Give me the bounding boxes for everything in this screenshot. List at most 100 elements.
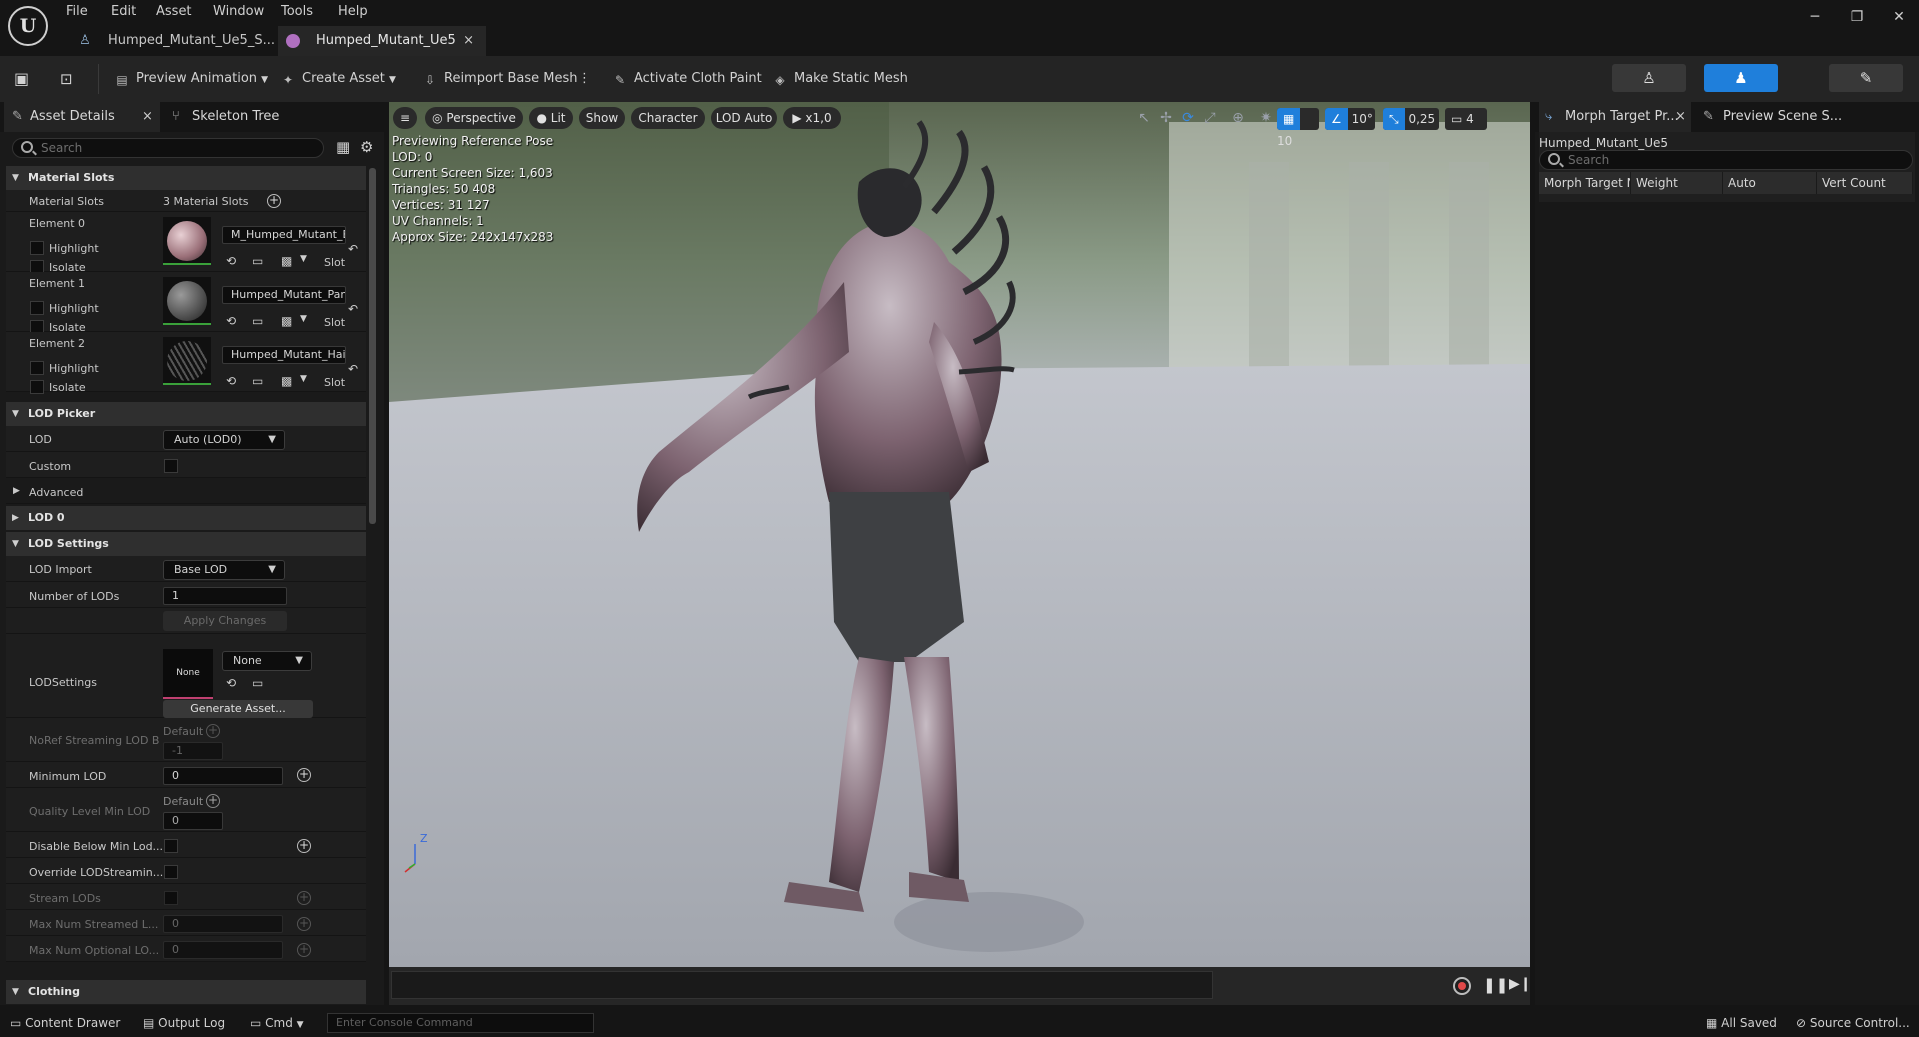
viewport[interactable]: Z ≡ ◎ Perspective ● Lit Show Character L… <box>389 102 1530 967</box>
step-forward-icon[interactable]: ▶❙ <box>1509 976 1532 992</box>
chevron-down-icon[interactable]: ▼ <box>300 254 307 264</box>
section-lod-picker[interactable]: ▼ LOD Picker <box>6 402 366 426</box>
minimize-icon[interactable]: ─ <box>1803 6 1827 28</box>
tab-skeleton-asset[interactable]: ♙ Humped_Mutant_Ue5_S... <box>70 26 276 56</box>
add-override-icon[interactable]: + <box>297 943 311 957</box>
reimport-button[interactable]: ⇩ Reimport Base Mesh <box>422 68 578 90</box>
highlight-checkbox[interactable] <box>30 301 44 315</box>
grid-snap-toggle[interactable]: ▦ 10 <box>1277 108 1319 148</box>
perspective-button[interactable]: ◎ Perspective <box>425 107 523 129</box>
surface-snap-icon[interactable]: ✷ <box>1255 108 1277 128</box>
show-button[interactable]: Show <box>579 107 625 129</box>
material-options-icon[interactable]: ▩ <box>281 374 292 388</box>
column-weight[interactable]: Weight <box>1631 172 1723 194</box>
lod-select[interactable]: Auto (LOD0) ▼ <box>163 430 285 450</box>
highlight-checkbox[interactable] <box>30 361 44 375</box>
scale-snap-toggle[interactable]: ⤡ 0,25 <box>1383 108 1439 130</box>
settings-gear-icon[interactable]: ⚙ <box>360 138 373 156</box>
material-field[interactable]: Humped_Mutant_Pants <box>222 286 346 304</box>
section-clothing[interactable]: ▼ Clothing <box>6 980 366 1004</box>
more-options-icon[interactable]: ⋮ <box>578 68 591 90</box>
details-scrollbar[interactable] <box>369 168 376 524</box>
column-vert-count[interactable]: Vert Count <box>1817 172 1913 194</box>
browse-folder-icon[interactable]: ▭ <box>252 254 263 268</box>
select-tool-icon[interactable]: ↖ <box>1133 108 1155 128</box>
save-icon[interactable]: ▣ <box>14 68 29 90</box>
reset-arrow-icon[interactable]: ↶ <box>348 302 358 316</box>
cmd-select[interactable]: ▭ Cmd ▼ <box>250 1014 304 1032</box>
generate-asset-button[interactable]: Generate Asset... <box>163 700 313 718</box>
close-window-icon[interactable]: ✕ <box>1887 6 1911 28</box>
grid-view-icon[interactable]: ▦ <box>336 138 350 156</box>
disable-below-checkbox[interactable] <box>164 839 178 853</box>
restore-icon[interactable]: ❐ <box>1845 6 1869 28</box>
add-override-icon[interactable]: + <box>206 794 220 808</box>
angle-snap-toggle[interactable]: ∠ 10° <box>1325 108 1375 130</box>
override-checkbox[interactable] <box>164 865 178 879</box>
world-local-icon[interactable]: ⊕ <box>1227 108 1249 128</box>
material-options-icon[interactable]: ▩ <box>281 254 292 268</box>
unreal-logo-icon[interactable]: U <box>8 6 48 46</box>
lit-button[interactable]: ● Lit <box>529 107 573 129</box>
browse-icon[interactable]: ⊡ <box>60 68 73 90</box>
section-lod-settings[interactable]: ▼ LOD Settings <box>6 532 366 556</box>
record-button[interactable] <box>1453 977 1471 995</box>
stream-lods-checkbox[interactable] <box>164 891 178 905</box>
close-tab-icon[interactable]: × <box>463 26 474 56</box>
use-selected-icon[interactable]: ⟲ <box>226 676 236 690</box>
camera-speed-button[interactable]: ▭ 4 <box>1445 108 1487 130</box>
quality-input[interactable]: 0 <box>163 812 223 830</box>
chevron-down-icon[interactable]: ▼ <box>300 314 307 324</box>
min-lod-input[interactable]: 0 <box>163 767 283 785</box>
make-static-mesh-button[interactable]: ◈ Make Static Mesh <box>772 68 908 90</box>
menu-window[interactable]: Window <box>213 2 264 22</box>
scale-tool-icon[interactable]: ⤢ <box>1199 108 1221 128</box>
browse-folder-icon[interactable]: ▭ <box>252 676 263 690</box>
tab-asset-details[interactable]: ✎ Asset Details × <box>4 102 160 132</box>
pause-icon[interactable]: ❚❚ <box>1483 976 1508 994</box>
lodsettings-thumbnail[interactable]: None <box>163 649 213 699</box>
console-input[interactable]: Enter Console Command <box>327 1013 594 1033</box>
timeline-track[interactable] <box>391 971 1213 999</box>
translate-tool-icon[interactable]: ✢ <box>1155 108 1177 128</box>
tab-preview-scene[interactable]: ✎ Preview Scene S... <box>1699 102 1849 132</box>
material-field[interactable]: M_Humped_Mutant_Bo <box>222 226 346 244</box>
rotate-tool-icon[interactable]: ⟳ <box>1177 108 1199 128</box>
section-lod0[interactable]: ▶ LOD 0 <box>6 506 366 530</box>
column-auto[interactable]: Auto <box>1723 172 1817 194</box>
browse-folder-icon[interactable]: ▭ <box>252 314 263 328</box>
use-selected-icon[interactable]: ⟲ <box>226 254 236 268</box>
num-lods-input[interactable]: 1 <box>163 587 287 605</box>
column-morph-target[interactable]: Morph Target N <box>1539 172 1631 194</box>
tab-morph-target[interactable]: ⤷ Morph Target Pr... × <box>1539 102 1691 132</box>
output-log-button[interactable]: ▤ Output Log <box>143 1014 225 1032</box>
source-control-button[interactable]: ⊘ Source Control... <box>1796 1014 1910 1032</box>
noref-input[interactable]: -1 <box>163 742 223 760</box>
menu-help[interactable]: Help <box>338 2 368 22</box>
menu-asset[interactable]: Asset <box>156 2 192 22</box>
reset-arrow-icon[interactable]: ↶ <box>348 362 358 376</box>
add-override-icon[interactable]: + <box>297 839 311 853</box>
add-override-icon[interactable]: + <box>297 917 311 931</box>
use-selected-icon[interactable]: ⟲ <box>226 314 236 328</box>
skeleton-mode-button[interactable]: ♙ <box>1612 64 1686 92</box>
add-override-icon[interactable]: + <box>297 768 311 782</box>
apply-changes-button[interactable]: Apply Changes <box>163 611 287 631</box>
close-tab-icon[interactable]: × <box>1675 102 1686 132</box>
tab-skeleton-tree[interactable]: ⑂ Skeleton Tree <box>168 102 288 132</box>
mesh-mode-button[interactable]: ♟ <box>1704 64 1778 92</box>
material-thumbnail[interactable] <box>163 337 211 385</box>
morph-search-input[interactable]: Search <box>1539 150 1913 170</box>
viewport-menu-icon[interactable]: ≡ <box>393 107 417 129</box>
add-override-icon[interactable]: + <box>297 891 311 905</box>
isolate-checkbox[interactable] <box>30 380 44 394</box>
add-slot-icon[interactable]: + <box>267 194 281 208</box>
create-asset-button[interactable]: ✦ Create Asset ▼ <box>280 68 396 90</box>
lodsettings-select[interactable]: None ▼ <box>222 651 312 671</box>
tab-skeletal-mesh[interactable]: Humped_Mutant_Ue5 × <box>278 26 486 56</box>
preview-animation-button[interactable]: ▤ Preview Animation ▼ <box>114 68 268 90</box>
chevron-down-icon[interactable]: ▼ <box>300 374 307 384</box>
max-optional-input[interactable]: 0 <box>163 941 283 959</box>
max-streamed-input[interactable]: 0 <box>163 915 283 933</box>
browse-folder-icon[interactable]: ▭ <box>252 374 263 388</box>
